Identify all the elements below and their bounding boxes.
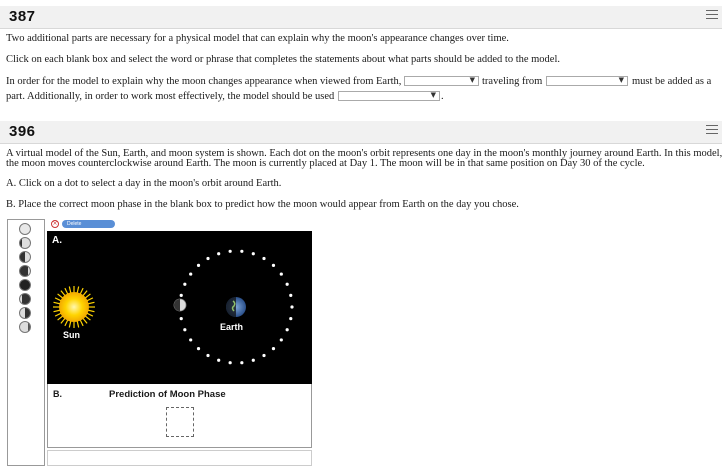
orbit-day-dot[interactable] bbox=[189, 272, 193, 276]
orbit-day-dot[interactable] bbox=[189, 338, 193, 342]
close-icon[interactable]: × bbox=[51, 220, 59, 228]
orbit-day-dot[interactable] bbox=[271, 347, 276, 351]
orbit-day-dot[interactable] bbox=[289, 293, 293, 297]
chevron-down-icon: ▼ bbox=[430, 91, 436, 99]
step-b: B. Place the correct moon phase in the b… bbox=[6, 199, 519, 210]
prediction-title: Prediction of Moon Phase bbox=[109, 389, 226, 400]
earth-icon bbox=[226, 297, 246, 317]
menu-icon[interactable] bbox=[706, 125, 718, 135]
orbit-day-dot[interactable] bbox=[217, 252, 221, 256]
question-number: 387 bbox=[9, 8, 36, 25]
orbit-day-dot[interactable] bbox=[217, 358, 221, 362]
orbit-day-dot[interactable] bbox=[183, 282, 187, 286]
menu-icon[interactable] bbox=[706, 10, 718, 20]
statement-part-4: part. Additionally, in order to work mos… bbox=[6, 91, 335, 102]
panel-a-label: A. bbox=[52, 235, 62, 246]
orbit-day-dot[interactable] bbox=[289, 317, 293, 321]
orbit-day-dot[interactable] bbox=[179, 317, 183, 321]
orbit-day-dot[interactable] bbox=[271, 263, 276, 267]
waning-gibbous-moon-icon[interactable] bbox=[19, 321, 31, 333]
new-moon-icon[interactable] bbox=[19, 279, 31, 291]
sun-icon bbox=[53, 286, 95, 328]
orbit-day-dot[interactable] bbox=[240, 361, 244, 365]
orbit-day-dot[interactable] bbox=[251, 252, 255, 256]
orbit-day-dot[interactable] bbox=[228, 249, 232, 253]
waning-crescent-moon-icon[interactable] bbox=[19, 293, 31, 305]
waxing-crescent-moon-icon[interactable] bbox=[19, 265, 31, 277]
orbit-day-dot[interactable] bbox=[196, 347, 201, 351]
question-text: Two additional parts are necessary for a… bbox=[6, 33, 509, 44]
delete-button[interactable]: Delete bbox=[62, 220, 115, 228]
question-header-387: 387 bbox=[0, 6, 722, 29]
orbit-day-dot[interactable] bbox=[206, 256, 210, 261]
orbit-day-dot[interactable] bbox=[206, 353, 210, 358]
orbit-day-dot[interactable] bbox=[262, 256, 266, 261]
orbit-day-dot[interactable] bbox=[196, 263, 201, 267]
statement-part-3: must be added as a bbox=[632, 76, 712, 87]
waxing-gibbous-moon-icon[interactable] bbox=[19, 237, 31, 249]
orbit-day-dot[interactable] bbox=[179, 293, 183, 297]
moon-day-1[interactable] bbox=[173, 298, 187, 312]
orbit-day-dot[interactable] bbox=[279, 272, 283, 276]
chevron-down-icon: ▼ bbox=[618, 76, 624, 84]
statement-end: . bbox=[441, 91, 444, 102]
statement-part-2: traveling from bbox=[482, 76, 543, 87]
orbit-day-dot[interactable] bbox=[290, 305, 294, 309]
prediction-panel: B. Prediction of Moon Phase bbox=[47, 384, 312, 448]
orbit-day-dot[interactable] bbox=[262, 353, 266, 358]
question-instruction: Click on each blank box and select the w… bbox=[6, 54, 561, 65]
orbit-model-panel: A. Sun Earth bbox=[47, 231, 312, 384]
prediction-drop-box[interactable] bbox=[166, 407, 194, 437]
question-header-396: 396 bbox=[0, 121, 722, 144]
orbit-day-dot[interactable] bbox=[279, 338, 283, 342]
third-quarter-moon-icon[interactable] bbox=[19, 307, 31, 319]
delete-label: Delete bbox=[67, 221, 82, 227]
step-a: A. Click on a dot to select a day in the… bbox=[6, 178, 282, 189]
orbit-diagram: A. Sun Earth bbox=[52, 235, 294, 365]
orbit-day-dot[interactable] bbox=[228, 361, 232, 365]
sun-label: Sun bbox=[63, 330, 80, 340]
answer-strip bbox=[47, 450, 312, 466]
orbit-day-dot[interactable] bbox=[183, 328, 187, 332]
question-intro-line-2: the moon moves counterclockwise around E… bbox=[6, 158, 645, 169]
orbit-day-dot[interactable] bbox=[285, 328, 289, 332]
first-quarter-moon-icon[interactable] bbox=[19, 251, 31, 263]
dropdown-usage[interactable]: ▼ bbox=[338, 91, 440, 101]
question-number: 396 bbox=[9, 123, 36, 140]
statement-part-1: In order for the model to explain why th… bbox=[6, 76, 402, 87]
panel-b-label: B. bbox=[53, 389, 62, 399]
earth-label: Earth bbox=[220, 322, 243, 332]
moon-phase-palette bbox=[7, 219, 45, 466]
orbit-day-dot[interactable] bbox=[251, 358, 255, 362]
full-moon-icon[interactable] bbox=[19, 223, 31, 235]
orbit-day-dot[interactable] bbox=[285, 282, 289, 286]
orbit-day-dot[interactable] bbox=[240, 249, 244, 253]
dropdown-position[interactable]: ▼ bbox=[546, 76, 628, 86]
chevron-down-icon: ▼ bbox=[469, 76, 475, 84]
dropdown-object[interactable]: ▼ bbox=[404, 76, 479, 86]
